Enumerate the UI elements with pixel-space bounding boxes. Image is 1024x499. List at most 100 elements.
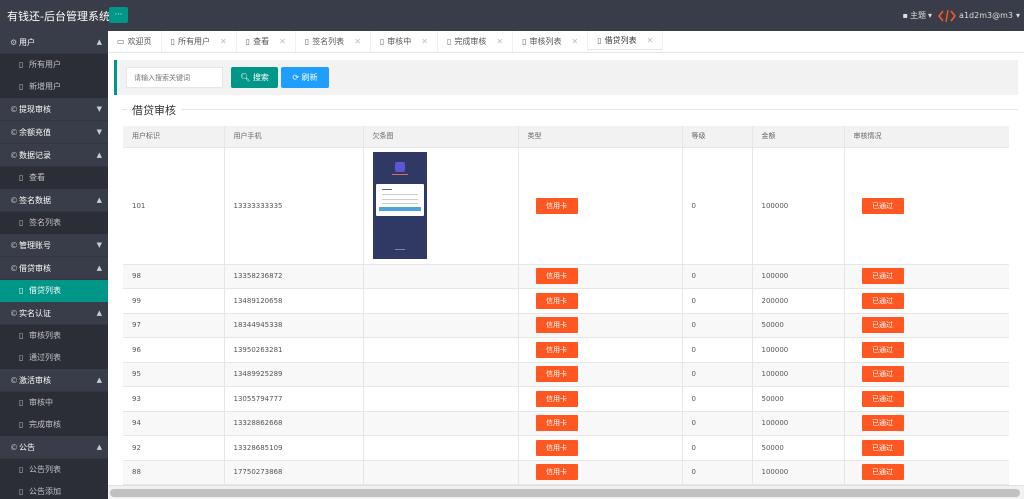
sidebar-item-view[interactable]: ▯ 查看 <box>0 167 108 189</box>
sidebar-group-data-records[interactable]: ©数据记录 ▲ <box>0 144 108 167</box>
file-icon: ▯ <box>304 37 310 46</box>
table-row[interactable]: 99 13489120658 信用卡 0 200000 已通过 <box>123 288 1009 314</box>
type-badge: 信用卡 <box>535 292 578 309</box>
cell-level: 0 <box>682 264 753 289</box>
cell-level: 0 <box>682 386 753 412</box>
cell-phone: 13950263281 <box>224 337 364 363</box>
circle-icon: © <box>10 309 18 318</box>
sidebar-item-announcement-add[interactable]: ▯ 公告添加 <box>0 481 108 499</box>
status-badge[interactable]: 已通过 <box>861 464 904 481</box>
tab-welcome[interactable]: ▭ 欢迎页 <box>108 31 162 52</box>
cell-iou-image <box>363 147 519 265</box>
sidebar-group-users[interactable]: ⚙ 用户 ▲ <box>0 31 108 54</box>
tab-in-review[interactable]: ▯ 审核中 ✕ <box>371 31 438 52</box>
theme-menu[interactable]: ▪ 主题 ▾ <box>903 10 932 21</box>
close-icon[interactable]: ✕ <box>220 31 227 52</box>
cell-amount: 100000 <box>752 337 845 363</box>
theme-label: 主题 <box>910 11 927 20</box>
sidebar-group-signature-data[interactable]: ©签名数据 ▲ <box>0 189 108 212</box>
sidebar-item-review-list[interactable]: ▯ 审核列表 <box>0 325 108 347</box>
table-row[interactable]: 94 13328862668 信用卡 0 100000 已通过 <box>123 411 1009 436</box>
cell-review-status: 已通过 <box>844 435 1009 461</box>
status-badge[interactable]: 已通过 <box>861 390 904 407</box>
sidebar-item-announcement-list[interactable]: ▯ 公告列表 <box>0 459 108 481</box>
cell-type: 信用卡 <box>518 264 683 289</box>
tab-loan-list[interactable]: ▯ 借贷列表 ✕ <box>588 30 664 52</box>
close-icon[interactable]: ✕ <box>354 31 361 52</box>
cell-phone: 13333333335 <box>224 147 364 265</box>
cell-user-id: 92 <box>123 435 225 461</box>
sidebar-group-loan-review[interactable]: ©借贷审核 ▲ <box>0 257 108 280</box>
refresh-button[interactable]: ⟳ 刷新 <box>281 67 329 88</box>
table-row[interactable]: 98 13358236872 信用卡 0 100000 已通过 <box>123 264 1009 289</box>
caret-down-icon: ▼ <box>96 128 102 136</box>
status-badge[interactable]: 已通过 <box>861 439 904 456</box>
sidebar-group-admin-accounts[interactable]: ©管理账号 ▼ <box>0 234 108 257</box>
section-title: 借贷审核 <box>127 102 181 118</box>
cell-review-status: 已通过 <box>844 362 1009 387</box>
caret-down-icon: ▼ <box>96 241 102 249</box>
sidebar-group-announcements[interactable]: ©公告 ▲ <box>0 436 108 459</box>
scrollbar-thumb[interactable] <box>110 489 1020 497</box>
cell-level: 0 <box>682 435 753 461</box>
status-badge[interactable]: 已通过 <box>861 341 904 358</box>
col-header-amount: 金额 <box>752 126 845 148</box>
close-icon[interactable]: ✕ <box>421 31 428 52</box>
tab-signature-list[interactable]: ▯ 签名列表 ✕ <box>296 31 371 52</box>
tab-review-list[interactable]: ▯ 审核列表 ✕ <box>513 31 589 52</box>
cell-review-status: 已通过 <box>844 460 1009 485</box>
table-row[interactable]: 93 13055794777 信用卡 0 50000 已通过 <box>123 386 1009 412</box>
status-badge[interactable]: 已通过 <box>861 268 904 285</box>
cell-level: 0 <box>682 313 753 338</box>
sidebar-item-new-users[interactable]: ▯ 新增用户 <box>0 76 108 98</box>
cell-user-id: 88 <box>123 460 225 485</box>
status-badge[interactable]: 已通过 <box>861 366 904 383</box>
file-icon: ▯ <box>19 286 24 295</box>
file-icon: ▯ <box>19 60 24 69</box>
close-icon[interactable]: ✕ <box>647 30 654 51</box>
sidebar-item-all-users[interactable]: ▯ 所有用户 <box>0 54 108 76</box>
status-badge[interactable]: 已通过 <box>861 317 904 334</box>
cell-review-status: 已通过 <box>844 313 1009 338</box>
menu-toggle-button[interactable]: ··· <box>109 7 128 23</box>
cell-review-status: 已通过 <box>844 386 1009 412</box>
status-badge[interactable]: 已通过 <box>861 197 904 214</box>
sidebar-item-in-review[interactable]: ▯ 审核中 <box>0 392 108 414</box>
cell-review-status: 已通过 <box>844 264 1009 289</box>
close-icon[interactable]: ✕ <box>572 31 579 52</box>
caret-up-icon: ▲ <box>96 38 102 46</box>
status-badge[interactable]: 已通过 <box>861 292 904 309</box>
table-row[interactable]: 88 17750273868 信用卡 0 100000 已通过 <box>123 460 1009 485</box>
sidebar-group-balance-recharge[interactable]: ©余额充值 ▼ <box>0 121 108 144</box>
user-menu[interactable]: a1d2m3@m3 ▾ <box>938 8 1020 24</box>
close-icon[interactable]: ✕ <box>496 31 503 52</box>
sidebar-group-activation-review[interactable]: ©激活审核 ▲ <box>0 369 108 392</box>
sidebar-group-real-name[interactable]: ©实名认证 ▲ <box>0 302 108 325</box>
iou-thumbnail-image[interactable] <box>372 152 427 259</box>
cell-review-status: 已通过 <box>844 288 1009 314</box>
sidebar-item-review-done[interactable]: ▯ 完成审核 <box>0 414 108 436</box>
status-badge[interactable]: 已通过 <box>861 415 904 432</box>
table-row[interactable]: 95 13489925289 信用卡 0 100000 已通过 <box>123 362 1009 387</box>
tab-all-users[interactable]: ▯ 所有用户 ✕ <box>162 31 237 52</box>
tab-review-done[interactable]: ▯ 完成审核 ✕ <box>438 31 514 52</box>
sidebar-group-withdraw-review[interactable]: ©提现审核 ▼ <box>0 98 108 121</box>
horizontal-scrollbar[interactable] <box>108 485 1024 499</box>
close-icon[interactable]: ✕ <box>279 31 286 52</box>
table-row[interactable]: 92 13328685109 信用卡 0 50000 已通过 <box>123 435 1009 461</box>
search-icon: 🔍︎ <box>240 73 251 82</box>
search-button[interactable]: 🔍︎ 搜索 <box>231 67 278 88</box>
sidebar-item-passed-list[interactable]: ▯ 通过列表 <box>0 347 108 369</box>
tab-bar: ▭ 欢迎页 ▯ 所有用户 ✕ ▯ 查看 ✕ ▯ 签名列表 ✕ ▯ 审核中 ✕ ▯ 完成审核 ✕ ▯ 审核… <box>108 31 1024 53</box>
search-input[interactable] <box>126 67 223 88</box>
type-badge: 信用卡 <box>535 317 578 334</box>
table-row[interactable]: 97 18344945338 信用卡 0 50000 已通过 <box>123 313 1009 338</box>
sidebar-item-signature-list[interactable]: ▯ 签名列表 <box>0 212 108 234</box>
cell-iou-image <box>363 313 519 338</box>
cell-amount: 100000 <box>752 362 845 387</box>
table-row[interactable]: 101 13333333335 信用卡 0 100000 已通过 <box>123 147 1009 265</box>
tab-view[interactable]: ▯ 查看 ✕ <box>237 31 296 52</box>
sidebar-item-loan-list[interactable]: ▯ 借贷列表 <box>0 280 108 302</box>
cell-type: 信用卡 <box>518 337 683 363</box>
table-row[interactable]: 96 13950263281 信用卡 0 100000 已通过 <box>123 337 1009 363</box>
